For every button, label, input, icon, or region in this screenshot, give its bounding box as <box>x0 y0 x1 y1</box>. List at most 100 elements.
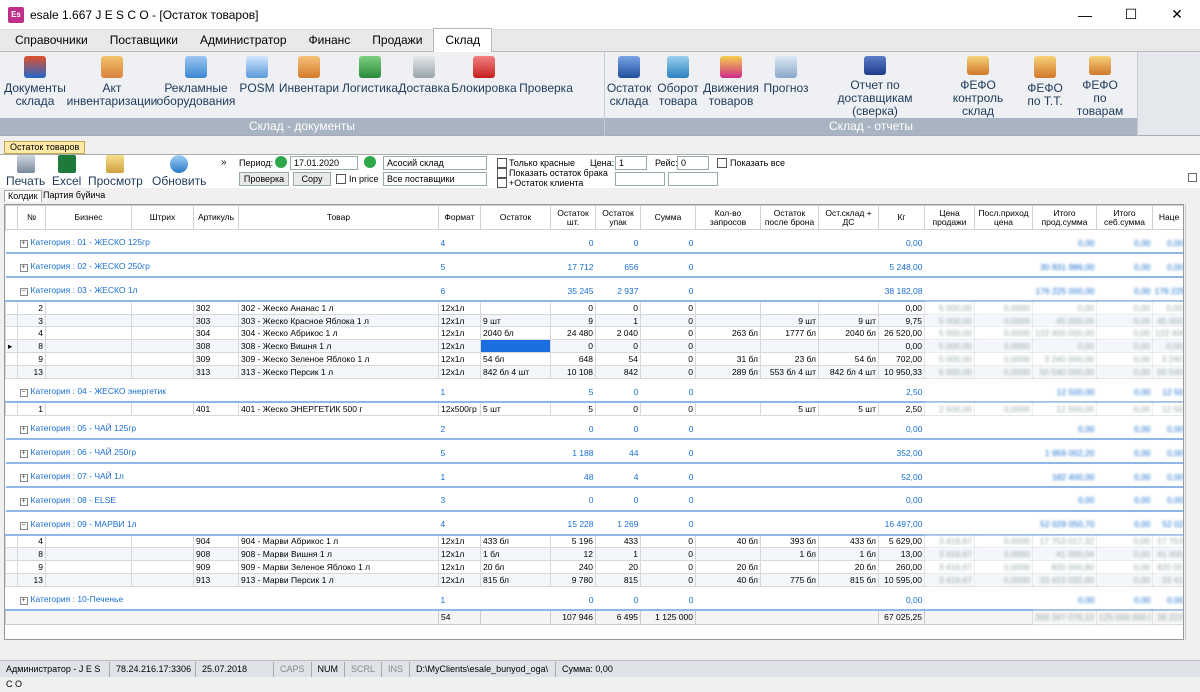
cell[interactable]: 0 <box>640 300 696 315</box>
maximize-button[interactable]: ☐ <box>1108 0 1154 30</box>
forecast-button[interactable]: Прогноз <box>759 56 813 118</box>
cell[interactable]: 309 <box>193 352 239 367</box>
price-input[interactable]: 1 <box>615 156 647 170</box>
warehouse-docs-button[interactable]: Документы склада <box>0 56 70 118</box>
category-label-cell[interactable]: + Категория : 05 - ЧАЙ 125гр <box>18 422 439 435</box>
col-header[interactable]: Товар <box>238 205 439 230</box>
cell[interactable] <box>480 300 551 315</box>
cell[interactable]: 13 <box>17 572 46 587</box>
cell[interactable]: 0,0000 <box>974 534 1033 549</box>
cell[interactable]: 1 бл <box>480 547 551 562</box>
cell[interactable]: 904 <box>193 534 239 549</box>
cell[interactable] <box>45 300 132 315</box>
expand-icon[interactable]: + <box>19 426 28 435</box>
cell[interactable] <box>695 547 761 562</box>
cell[interactable]: 0 <box>595 300 641 315</box>
cell[interactable] <box>131 326 194 341</box>
cell[interactable]: 20 <box>595 560 641 574</box>
cell[interactable]: 302 - Жеско Ананас 1 л <box>238 300 439 315</box>
cell[interactable]: 122 400 <box>1152 326 1183 341</box>
refresh-button[interactable]: Обновить <box>152 155 206 188</box>
check-toolbar-button[interactable]: Проверка <box>239 172 289 186</box>
col-header[interactable]: Остаток шт. <box>550 205 596 230</box>
cell[interactable]: 3 416,67 <box>924 534 975 549</box>
category-label-cell[interactable]: + Категория : 02 - ЖЕСКО 250гр <box>18 260 439 273</box>
period-prev-icon[interactable] <box>275 156 287 168</box>
inventory-button[interactable]: Инвентари <box>276 56 342 118</box>
cell[interactable]: 12x1л <box>438 339 481 354</box>
cell[interactable]: 5 629,00 <box>878 534 925 549</box>
cell[interactable] <box>131 547 194 562</box>
cell[interactable]: 0,00 <box>878 300 925 315</box>
cell[interactable]: 3 <box>17 313 46 328</box>
col-header[interactable]: Итого прод.сумма <box>1032 205 1097 230</box>
col-header[interactable]: Посл.приход цена <box>974 205 1033 230</box>
cell[interactable] <box>45 313 132 328</box>
cell[interactable]: 2 040 <box>595 326 641 341</box>
col-header[interactable]: Штрих <box>131 205 194 230</box>
cell[interactable]: 5 шт <box>818 401 879 416</box>
table-row[interactable]: 9 309 309 - Жеско Зеленое Яблоко 1 л 12x1л 5… <box>5 352 1183 367</box>
cell[interactable]: 0,0000 <box>974 365 1033 380</box>
cell[interactable]: 0,00 <box>1032 300 1097 315</box>
table-row[interactable]: 2 302 302 - Жеско Ананас 1 л 12x1л 0 0 0 0,00 5 … <box>5 300 1183 315</box>
table-row[interactable]: 1 401 401 - Жеско ЭНЕРГЕТИК 500 г 12x500гр 5… <box>5 401 1183 416</box>
excel-button[interactable]: Excel <box>52 155 81 188</box>
cell[interactable]: 1777 бл <box>760 326 819 341</box>
period-date-input[interactable]: 17.01.2020 <box>290 156 358 170</box>
cell[interactable]: 0 <box>640 326 696 341</box>
col-header[interactable]: Остаток <box>480 205 551 230</box>
category-row[interactable]: + Категория : 07 - ЧАЙ 1л 1 48 4 0 52,00 182 40… <box>6 470 1183 483</box>
cell[interactable]: 45 000,00 <box>1032 313 1097 328</box>
cell[interactable]: 4 <box>17 534 46 549</box>
table-row[interactable]: 3 303 303 - Жеско Красное Яблока 1 л 12x1л 9… <box>5 313 1183 328</box>
cell[interactable]: 815 <box>595 572 641 587</box>
cell[interactable] <box>131 352 194 367</box>
cell[interactable]: 0,00 <box>1096 365 1153 380</box>
col-header[interactable]: Остаток упак <box>595 205 641 230</box>
cell[interactable]: 0 <box>640 313 696 328</box>
toolbar-overflow-icon[interactable]: » <box>221 157 227 168</box>
cell[interactable]: 0 <box>550 339 596 354</box>
cell[interactable]: 820 00 <box>1152 560 1183 574</box>
cell[interactable]: 45 000 <box>1152 313 1183 328</box>
cell[interactable]: 31 бл <box>695 352 761 367</box>
cell[interactable]: 10 108 <box>550 365 596 380</box>
cell[interactable] <box>131 572 194 587</box>
cell[interactable]: 12x1л <box>438 572 481 587</box>
preview-button[interactable]: Просмотр <box>88 155 143 188</box>
cell[interactable]: 393 бл <box>760 534 819 549</box>
col-header[interactable]: Кг <box>878 205 925 230</box>
cell[interactable]: 908 - Марви Вишня 1 л <box>238 547 439 562</box>
category-row[interactable]: + Категория : 01 - ЖЕСКО 125гр 4 0 0 0 0,00 0,0… <box>6 237 1183 250</box>
cell[interactable]: 5 000,00 <box>924 339 975 354</box>
expand-icon[interactable]: + <box>19 597 28 606</box>
col-header[interactable]: Цена продажи <box>924 205 975 230</box>
cell[interactable]: 9,75 <box>878 313 925 328</box>
cell[interactable]: 9 780 <box>550 572 596 587</box>
cell[interactable]: 2,50 <box>878 401 925 416</box>
cell[interactable] <box>131 300 194 315</box>
show-defect-checkbox[interactable] <box>497 168 507 178</box>
cell[interactable]: 0 <box>640 365 696 380</box>
cell[interactable]: 0,00 <box>1096 547 1153 562</box>
category-row[interactable]: − Категория : 03 - ЖЕСКО 1л 6 35 245 2 937 0 3… <box>6 284 1183 297</box>
cell[interactable] <box>131 339 194 354</box>
cell[interactable]: 0 <box>640 560 696 574</box>
cell[interactable]: 553 бл 4 шт <box>760 365 819 380</box>
warehouse-balance-button[interactable]: Остаток склада <box>605 56 653 118</box>
cell[interactable]: 0 <box>640 339 696 354</box>
cell[interactable]: 41 000,04 <box>1032 547 1097 562</box>
cell[interactable] <box>45 401 132 416</box>
cell[interactable]: 54 <box>595 352 641 367</box>
cell[interactable] <box>131 560 194 574</box>
cell[interactable]: 12x1л <box>438 352 481 367</box>
cell[interactable] <box>818 339 879 354</box>
cell[interactable]: 5 000,00 <box>924 326 975 341</box>
cell[interactable]: 3 416,67 <box>924 560 975 574</box>
table-row[interactable]: 13 913 913 - Марви Персик 1 л 12x1л 815 бл 9 … <box>5 572 1183 587</box>
cell[interactable]: 308 <box>193 339 239 354</box>
cell[interactable]: 5 шт <box>480 401 551 416</box>
col-header[interactable]: Итого себ.сумма <box>1096 205 1153 230</box>
col-header[interactable]: Ост.склад + ДС <box>818 205 879 230</box>
